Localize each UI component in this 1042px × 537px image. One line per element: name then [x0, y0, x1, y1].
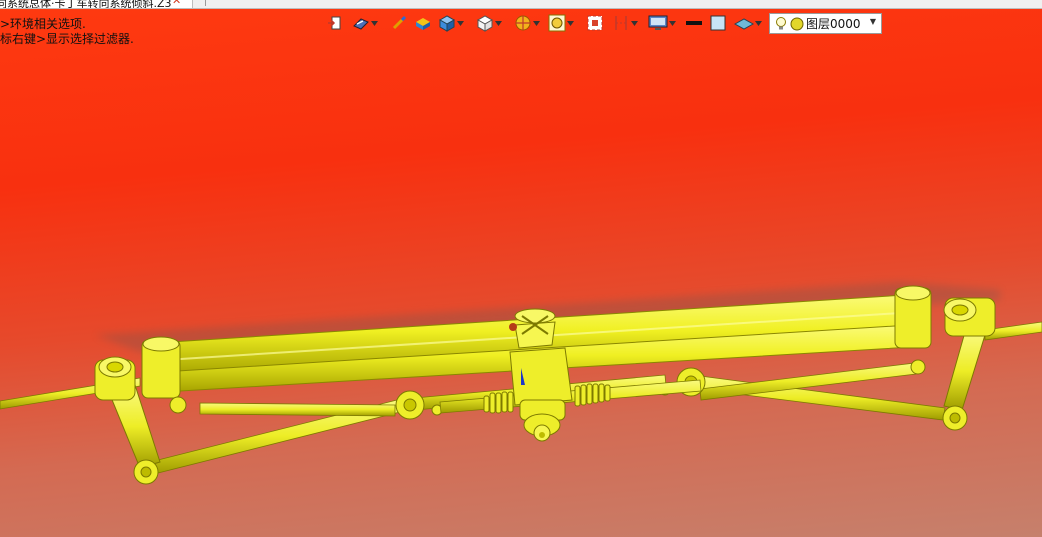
zoom-button[interactable]	[548, 12, 574, 34]
chevron-down-icon[interactable]	[669, 20, 676, 27]
close-icon[interactable]: ✕	[172, 0, 181, 7]
chevron-down-icon[interactable]	[755, 20, 762, 27]
document-tab[interactable]: 向系统总体·卡丁车转向系统倾斜.Z3 ✕	[0, 0, 193, 8]
rack-bellows-right	[574, 383, 611, 407]
chevron-down-icon[interactable]	[631, 20, 638, 27]
layer-select-value: 图层0000	[806, 17, 861, 31]
fit-icon	[587, 15, 603, 31]
status-hints: >环境相关选项. 标右键>显示选择过滤器.	[0, 17, 134, 47]
solid-box-icon	[438, 15, 456, 32]
layer-select[interactable]: 图层0000 ▼	[769, 13, 882, 34]
display-settings-button[interactable]	[648, 12, 676, 34]
shaded-icon	[416, 18, 430, 30]
document-tab-strip: 向系统总体·卡丁车转向系统倾斜.Z3 ✕	[0, 0, 1042, 9]
tab-separator	[205, 0, 206, 6]
section-icon	[615, 16, 627, 30]
3d-viewport[interactable]	[0, 0, 1042, 537]
shaded-button[interactable]	[414, 12, 432, 34]
view-orient-button[interactable]	[352, 12, 378, 34]
work-plane-button[interactable]	[734, 12, 762, 34]
hint-line-2: 标右键>显示选择过滤器.	[0, 32, 134, 46]
exit-sketch-icon	[328, 16, 341, 30]
layer-color-icon	[790, 17, 804, 30]
render-mode-icon	[392, 15, 407, 30]
display-filter-button[interactable]	[514, 12, 540, 34]
wire-box-icon	[476, 15, 494, 32]
plane-icon	[734, 18, 754, 30]
section-view-button[interactable]	[612, 12, 638, 34]
wire-box-button[interactable]	[476, 12, 502, 34]
chevron-down-icon[interactable]	[533, 20, 540, 27]
display-filter-icon	[515, 15, 531, 31]
chevron-down-icon[interactable]	[495, 20, 502, 27]
hint-line-1: >环境相关选项.	[0, 17, 86, 31]
zoom-icon	[548, 14, 566, 32]
render-mode-button[interactable]	[390, 12, 408, 34]
line-color-button[interactable]	[686, 12, 702, 34]
fill-color-icon	[710, 15, 726, 31]
chevron-down-icon[interactable]	[567, 20, 574, 27]
lightbulb-icon	[776, 16, 786, 29]
fit-view-button[interactable]	[586, 12, 604, 34]
solid-box-button[interactable]	[438, 12, 464, 34]
view-orient-icon	[353, 18, 369, 30]
document-tab-title: 向系统总体·卡丁车转向系统倾斜.Z3	[0, 0, 172, 8]
chevron-down-icon[interactable]	[457, 20, 464, 27]
chevron-down-icon[interactable]	[371, 20, 378, 27]
exit-sketch-button[interactable]	[326, 12, 344, 34]
line-color-icon	[686, 21, 702, 25]
chevron-down-icon[interactable]: ▼	[870, 17, 876, 26]
fill-color-button[interactable]	[710, 12, 726, 34]
monitor-icon	[648, 15, 668, 30]
